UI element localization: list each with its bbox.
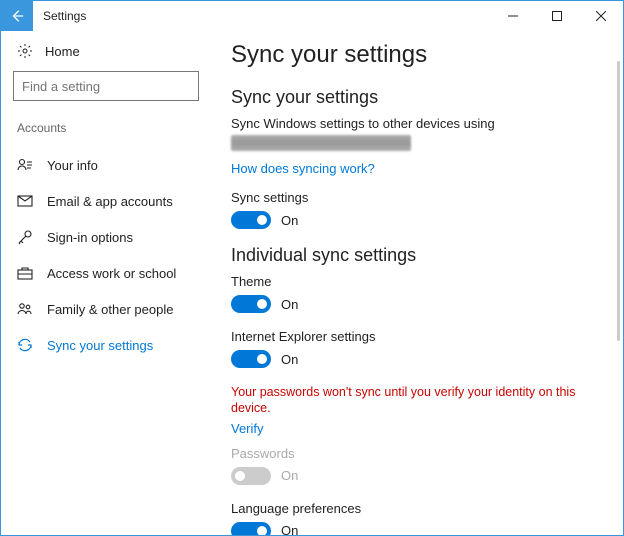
- section-heading: Sync your settings: [231, 87, 593, 108]
- briefcase-icon: [17, 265, 33, 281]
- section-label: Accounts: [13, 121, 199, 135]
- key-icon: [17, 229, 33, 245]
- home-button[interactable]: Home: [13, 43, 199, 59]
- sync-description: Sync Windows settings to other devices u…: [231, 116, 593, 131]
- language-toggle[interactable]: [231, 522, 271, 536]
- back-button[interactable]: [1, 1, 33, 31]
- language-state: On: [281, 523, 298, 535]
- sidebar-item-label: Access work or school: [47, 266, 176, 281]
- your-info-icon: [17, 157, 33, 173]
- ie-state: On: [281, 352, 298, 367]
- sync-settings-toggle[interactable]: [231, 211, 271, 229]
- sync-settings-state: On: [281, 213, 298, 228]
- gear-icon: [17, 43, 33, 59]
- scrollbar[interactable]: [617, 61, 620, 341]
- page-title: Sync your settings: [231, 41, 593, 69]
- sidebar-item-family[interactable]: Family & other people: [13, 291, 199, 327]
- passwords-label: Passwords: [231, 446, 593, 461]
- people-icon: [17, 301, 33, 317]
- sidebar-item-your-info[interactable]: Your info: [13, 147, 199, 183]
- ie-toggle[interactable]: [231, 350, 271, 368]
- ie-label: Internet Explorer settings: [231, 329, 593, 344]
- window-title: Settings: [43, 9, 86, 23]
- how-syncing-works-link[interactable]: How does syncing work?: [231, 161, 593, 176]
- minimize-button[interactable]: [491, 1, 535, 31]
- sidebar-item-signin[interactable]: Sign-in options: [13, 219, 199, 255]
- theme-label: Theme: [231, 274, 593, 289]
- account-redacted: [231, 135, 411, 151]
- sidebar-item-email[interactable]: Email & app accounts: [13, 183, 199, 219]
- sidebar-item-label: Sync your settings: [47, 338, 153, 353]
- home-label: Home: [45, 44, 80, 59]
- language-label: Language preferences: [231, 501, 593, 516]
- sync-icon: [17, 337, 33, 353]
- search-field[interactable]: [22, 79, 198, 94]
- sidebar-item-work-school[interactable]: Access work or school: [13, 255, 199, 291]
- email-icon: [17, 193, 33, 209]
- passwords-toggle: [231, 467, 271, 485]
- sidebar-item-label: Family & other people: [47, 302, 173, 317]
- theme-state: On: [281, 297, 298, 312]
- verify-link[interactable]: Verify: [231, 421, 593, 436]
- sidebar: Home Accounts Your info Email & app acco…: [1, 31, 211, 535]
- sidebar-item-label: Your info: [47, 158, 98, 173]
- passwords-state: On: [281, 468, 298, 483]
- search-input[interactable]: [13, 71, 199, 101]
- password-warning: Your passwords won't sync until you veri…: [231, 384, 593, 417]
- sidebar-item-sync[interactable]: Sync your settings: [13, 327, 199, 363]
- sidebar-item-label: Sign-in options: [47, 230, 133, 245]
- maximize-button[interactable]: [535, 1, 579, 31]
- content-pane: Sync your settings Sync your settings Sy…: [211, 31, 623, 535]
- sidebar-item-label: Email & app accounts: [47, 194, 173, 209]
- individual-heading: Individual sync settings: [231, 245, 593, 266]
- close-button[interactable]: [579, 1, 623, 31]
- theme-toggle[interactable]: [231, 295, 271, 313]
- sync-settings-label: Sync settings: [231, 190, 593, 205]
